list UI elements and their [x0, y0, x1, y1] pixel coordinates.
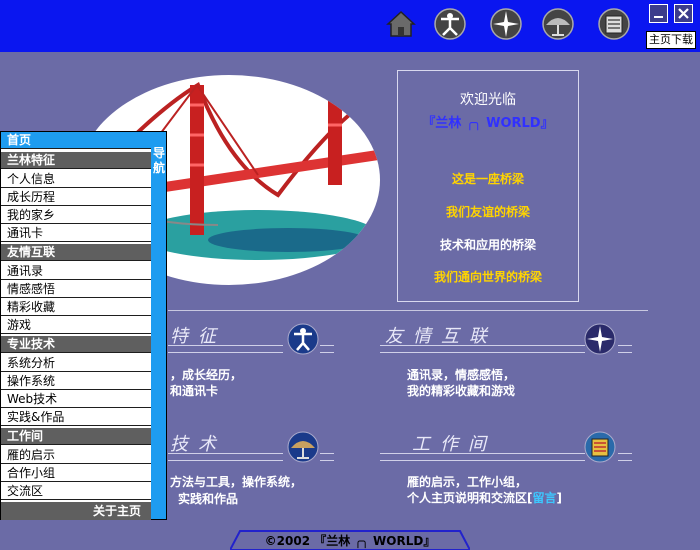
- star-icon[interactable]: [584, 323, 616, 355]
- menu-group-tech[interactable]: 专业技术: [1, 336, 151, 353]
- menu-item-personal-info[interactable]: 个人信息: [1, 171, 151, 188]
- bracket-end: ]: [556, 491, 562, 505]
- menu-item-collection[interactable]: 精彩收藏: [1, 299, 151, 316]
- guestbook-link[interactable]: 留言: [533, 491, 557, 505]
- home-icon[interactable]: [384, 7, 418, 41]
- section-tech-desc-2: 实践和作品: [178, 492, 239, 506]
- menu-group-workroom[interactable]: 工作间: [1, 428, 151, 445]
- menu-item-forum[interactable]: 交流区: [1, 483, 151, 500]
- section-tech-underline-tail: [320, 453, 334, 461]
- site-name: 『兰林 ╭╮ WORLD』: [422, 116, 554, 131]
- bridge-line-3: 技术和应用的桥梁: [439, 238, 536, 252]
- section-friends-underline: [380, 345, 585, 353]
- menu-group-traits[interactable]: 兰林特征: [1, 152, 151, 169]
- section-friends-desc-2: 我的精彩收藏和游戏: [407, 384, 516, 398]
- nav-tab-label[interactable]: 导航: [152, 146, 166, 176]
- welcome-title: 欢迎光临: [460, 92, 516, 108]
- footer: ©2002 『兰林 ╭╮ WORLD』: [230, 530, 470, 550]
- copyright: ©2002 『兰林 ╭╮ WORLD』: [264, 534, 436, 548]
- side-nav-column: 首页 兰林特征 个人信息 成长历程 我的家乡 通讯卡 友情互联 通讯录 情感感悟…: [1, 132, 151, 520]
- menu-item-contacts[interactable]: 通讯录: [1, 263, 151, 280]
- menu-item-growth[interactable]: 成长历程: [1, 189, 151, 206]
- menu-item-practice[interactable]: 实践&作品: [1, 409, 151, 426]
- menu-item-analysis[interactable]: 系统分析: [1, 355, 151, 372]
- section-friends-underline-tail: [618, 345, 632, 353]
- welcome-box: 欢迎光临 『兰林 ╭╮ WORLD』 这是一座桥梁 我们友谊的桥梁 技术和应用的…: [397, 70, 579, 302]
- menu-item-geese[interactable]: 雁的启示: [1, 447, 151, 464]
- divider: [168, 310, 648, 311]
- menu-item-about[interactable]: 关于主页: [1, 502, 151, 520]
- book-icon[interactable]: [584, 431, 616, 463]
- menu-item-team[interactable]: 合作小组: [1, 465, 151, 482]
- vitruvian-icon[interactable]: [433, 7, 467, 41]
- download-link[interactable]: 主页下载: [646, 31, 696, 49]
- section-traits-underline: [168, 345, 283, 353]
- star-icon[interactable]: [489, 7, 523, 41]
- bridge-line-2: 我们友谊的桥梁: [445, 205, 530, 219]
- section-traits-desc-1: ，成长经历，: [170, 368, 243, 382]
- menu-item-home[interactable]: 首页: [1, 132, 151, 149]
- dish-icon[interactable]: [541, 7, 575, 41]
- menu-item-web[interactable]: Web技术: [1, 391, 151, 408]
- menu-item-os[interactable]: 操作系统: [1, 373, 151, 390]
- book-icon[interactable]: [597, 7, 631, 41]
- section-tech-desc-1: 方法与工具，操作系统，: [170, 475, 303, 489]
- minimize-button[interactable]: [649, 4, 668, 23]
- bridge-line-4: 我们通向世界的桥梁: [433, 270, 542, 284]
- menu-item-hometown[interactable]: 我的家乡: [1, 207, 151, 224]
- section-workroom-desc-1: 雁的启示，工作小组，: [407, 475, 528, 489]
- section-workroom-underline-tail: [618, 453, 632, 461]
- section-workroom-desc-2: 个人主页说明和交流区[留言]: [407, 490, 562, 506]
- menu-group-friends[interactable]: 友情互联: [1, 244, 151, 261]
- side-nav-menu: 首页 兰林特征 个人信息 成长历程 我的家乡 通讯卡 友情互联 通讯录 情感感悟…: [0, 131, 167, 520]
- menu-item-games[interactable]: 游戏: [1, 317, 151, 334]
- section-workroom-desc-text: 个人主页说明和交流区[: [407, 491, 533, 505]
- section-tech-underline: [168, 453, 283, 461]
- close-icon: [678, 8, 689, 19]
- menu-item-card[interactable]: 通讯卡: [1, 225, 151, 242]
- top-toolbar: 主页下载: [0, 0, 700, 52]
- menu-item-feelings[interactable]: 情感感悟: [1, 281, 151, 298]
- close-button[interactable]: [674, 4, 693, 23]
- section-traits-desc-2: 和通讯卡: [170, 384, 219, 398]
- dish-icon[interactable]: [287, 431, 319, 463]
- section-friends-desc-1: 通讯录，情感感悟，: [407, 368, 516, 382]
- section-traits-underline-tail: [320, 345, 334, 353]
- vitruvian-icon[interactable]: [287, 323, 319, 355]
- section-workroom-underline: [380, 453, 585, 461]
- bridge-line-1: 这是一座桥梁: [451, 172, 524, 186]
